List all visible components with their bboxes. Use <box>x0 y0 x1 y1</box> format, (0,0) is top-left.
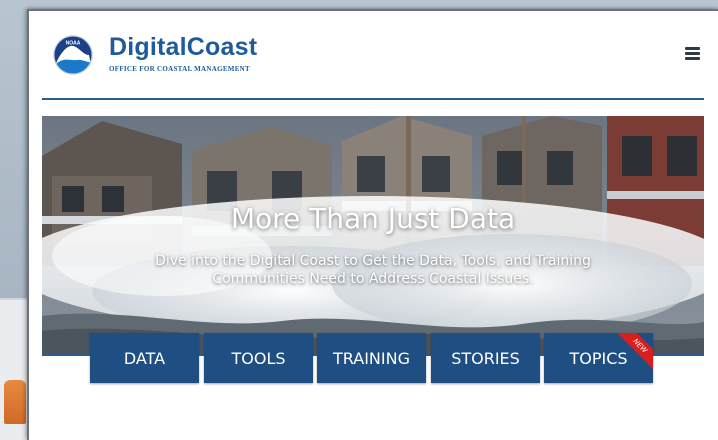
site-brand-subtitle: OFFICE FOR COASTAL MANAGEMENT <box>109 65 250 73</box>
nav-button-label: DATA <box>123 348 166 368</box>
background-image-fragment <box>4 380 26 424</box>
nav-button-data[interactable]: DATA <box>90 333 199 383</box>
hero-subtitle: Dive into the Digital Coast to Get the D… <box>155 253 591 287</box>
menu-icon-bar <box>685 52 700 55</box>
nav-button-topics[interactable]: TOPICS NEW <box>544 333 653 383</box>
site-brand-name[interactable]: DigitalCoast <box>109 33 257 62</box>
nav-button-label: TRAINING <box>333 348 410 368</box>
nav-button-label: TOPICS <box>569 348 628 368</box>
hero-title: More Than Just Data <box>230 202 516 235</box>
nav-button-label: TOOLS <box>231 348 286 368</box>
hero-banner: More Than Just Data Dive into the Digita… <box>42 116 704 356</box>
menu-icon-bar <box>685 47 700 50</box>
hamburger-menu-icon[interactable] <box>685 47 700 60</box>
hero-image <box>42 116 704 356</box>
nav-button-tools[interactable]: TOOLS <box>204 333 313 383</box>
browser-window: NOAA DigitalCoast OFFICE FOR COASTAL MAN… <box>27 9 718 440</box>
noaa-logo-icon[interactable]: NOAA <box>53 35 93 75</box>
nav-button-training[interactable]: TRAINING <box>317 333 426 383</box>
site-header: NOAA DigitalCoast OFFICE FOR COASTAL MAN… <box>42 11 704 100</box>
nav-button-label: STORIES <box>451 348 520 368</box>
emblem-text: NOAA <box>66 41 81 47</box>
menu-icon-bar <box>685 57 700 60</box>
nav-button-stories[interactable]: STORIES <box>431 333 540 383</box>
